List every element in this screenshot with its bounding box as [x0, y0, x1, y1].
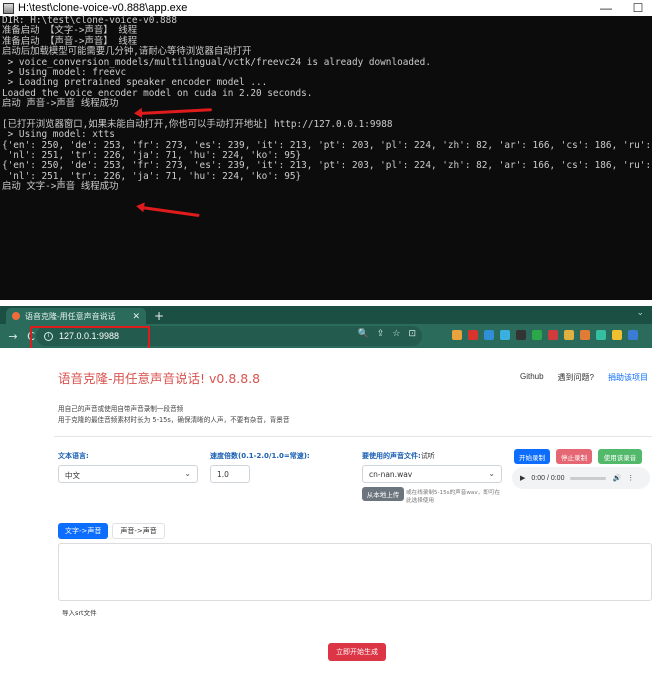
extension-icon[interactable] [532, 330, 542, 340]
upload-hint: 或在线录制5-15s的声音wav，即可在此选择使用 [406, 490, 501, 504]
chevron-down-icon: ⌄ [488, 469, 495, 478]
stop-record-button[interactable]: 停止录制 [556, 449, 592, 464]
extension-icon[interactable] [612, 330, 622, 340]
extension-icon[interactable] [580, 330, 590, 340]
extension-icon[interactable] [564, 330, 574, 340]
tab-title: 语音克隆-用任意声音说话 [25, 311, 116, 321]
generate-button[interactable]: 立即开始生成 [328, 643, 386, 661]
lang-select[interactable]: 中文 ⌄ [58, 465, 198, 483]
preview-link[interactable]: 试听 [421, 452, 435, 460]
voice-label-text: 要使用的声音文件: [362, 452, 421, 460]
extension-icon[interactable] [628, 330, 638, 340]
upload-button[interactable]: 从本地上传 [362, 487, 404, 501]
forward-button[interactable]: → [6, 330, 20, 343]
start-record-button[interactable]: 开始录制 [514, 449, 550, 464]
new-tab-button[interactable]: + [154, 308, 164, 324]
donate-link[interactable]: 捐助该项目 [608, 372, 648, 383]
extension-icon[interactable] [500, 330, 510, 340]
description-line: 用自己的声音或使用自带声音录制一段音频 [58, 405, 184, 413]
volume-icon[interactable]: 🔊 [612, 474, 621, 482]
audio-time: 0:00 / 0:00 [531, 474, 565, 482]
page-title: 语音克隆-用任意声音说话! v0.8.8.8 [58, 371, 261, 386]
import-srt-link[interactable]: 导入srt文件 [62, 607, 97, 617]
audio-progress[interactable] [570, 476, 607, 480]
maximize-button[interactable]: ☐ [628, 0, 648, 16]
browser-window: 语音克隆-用任意声音说话 ✕ + ⌄ → C i 127.0.0.1:9988 … [0, 306, 652, 684]
zoom-search-icon[interactable]: 🔍 [358, 329, 369, 339]
omnibox-actions: 🔍 ⇪ ☆ ⊡ [358, 329, 416, 339]
speed-input[interactable]: 1.0 [210, 465, 250, 483]
voice-label: 要使用的声音文件:试听 [362, 451, 435, 461]
console-titlebar: H:\test\clone-voice-v0.888\app.exe — ☐ [0, 0, 652, 16]
text-input-area[interactable] [58, 543, 652, 601]
help-link[interactable]: 遇到问题? [558, 372, 594, 383]
bookmark-star-icon[interactable]: ☆ [392, 329, 400, 339]
description-line: 用于克隆的最佳音频素材时长为 5-15s，确保清晰的人声，不要有杂音，背景音 [58, 416, 290, 424]
app-page: 语音克隆-用任意声音说话! v0.8.8.8 Github 遇到问题? 捐助该项… [0, 348, 652, 684]
play-icon[interactable]: ▶ [520, 474, 525, 482]
screenshot-icon[interactable]: ⊡ [408, 329, 416, 339]
mode-tabs: 文字->声音 声音->声音 [58, 523, 165, 539]
extension-icon[interactable] [468, 330, 478, 340]
minimize-button[interactable]: — [596, 0, 616, 16]
tab-search-icon[interactable]: ⌄ [636, 308, 644, 318]
tab-strip: 语音克隆-用任意声音说话 ✕ + ⌄ [0, 306, 652, 324]
speed-label: 速度倍数(0.1-2.0/1.0=常速): [210, 452, 310, 460]
tab-speech-to-speech[interactable]: 声音->声音 [112, 523, 165, 539]
lang-select-value: 中文 [65, 471, 80, 480]
chevron-down-icon: ⌄ [184, 469, 191, 478]
extension-icon[interactable] [452, 330, 462, 340]
tab-favicon-icon [12, 312, 20, 320]
console-line: 启动 文字->声音 线程成功 [2, 181, 119, 193]
voice-select-value: cn-nan.wav [369, 470, 413, 479]
lang-label: 文本语言: [58, 452, 89, 460]
use-recording-button[interactable]: 使用该录音 [598, 449, 642, 464]
console-line: 启动 声音->声音 线程成功 [2, 98, 119, 110]
extension-icon[interactable] [484, 330, 494, 340]
extension-icon[interactable] [548, 330, 558, 340]
form-panel: 文本语言: 中文 ⌄ 速度倍数(0.1-2.0/1.0=常速): 1.0 要使用… [54, 436, 652, 684]
tab-close-icon[interactable]: ✕ [132, 311, 140, 322]
console-app-icon [3, 2, 14, 14]
extension-icons [452, 330, 638, 340]
description: 用自己的声音或使用自带声音录制一段音频 用于克隆的最佳音频素材时长为 5-15s… [58, 404, 290, 426]
console-line: 启动后加载模型可能需要几分钟,请耐心等待浏览器自动打开 [2, 46, 252, 58]
extension-icon[interactable] [596, 330, 606, 340]
tab-text-to-speech[interactable]: 文字->声音 [58, 523, 109, 539]
top-links: Github 遇到问题? 捐助该项目 [520, 372, 648, 383]
more-options-icon[interactable]: ⋮ [627, 474, 634, 482]
extension-icon[interactable] [516, 330, 526, 340]
red-arrow-annotation-2 [141, 206, 200, 218]
console-window: H:\test\clone-voice-v0.888\app.exe — ☐ D… [0, 0, 652, 300]
browser-tab[interactable]: 语音克隆-用任意声音说话 ✕ [6, 308, 146, 324]
console-output: DIR: H:\test\clone-voice-v0.888 准备启动 【文字-… [0, 15, 652, 193]
github-link[interactable]: Github [520, 372, 544, 383]
voice-select[interactable]: cn-nan.wav ⌄ [362, 465, 502, 483]
share-icon[interactable]: ⇪ [377, 329, 385, 339]
console-title: H:\test\clone-voice-v0.888\app.exe [18, 2, 188, 14]
audio-player: ▶ 0:00 / 0:00 🔊 ⋮ [512, 467, 650, 489]
